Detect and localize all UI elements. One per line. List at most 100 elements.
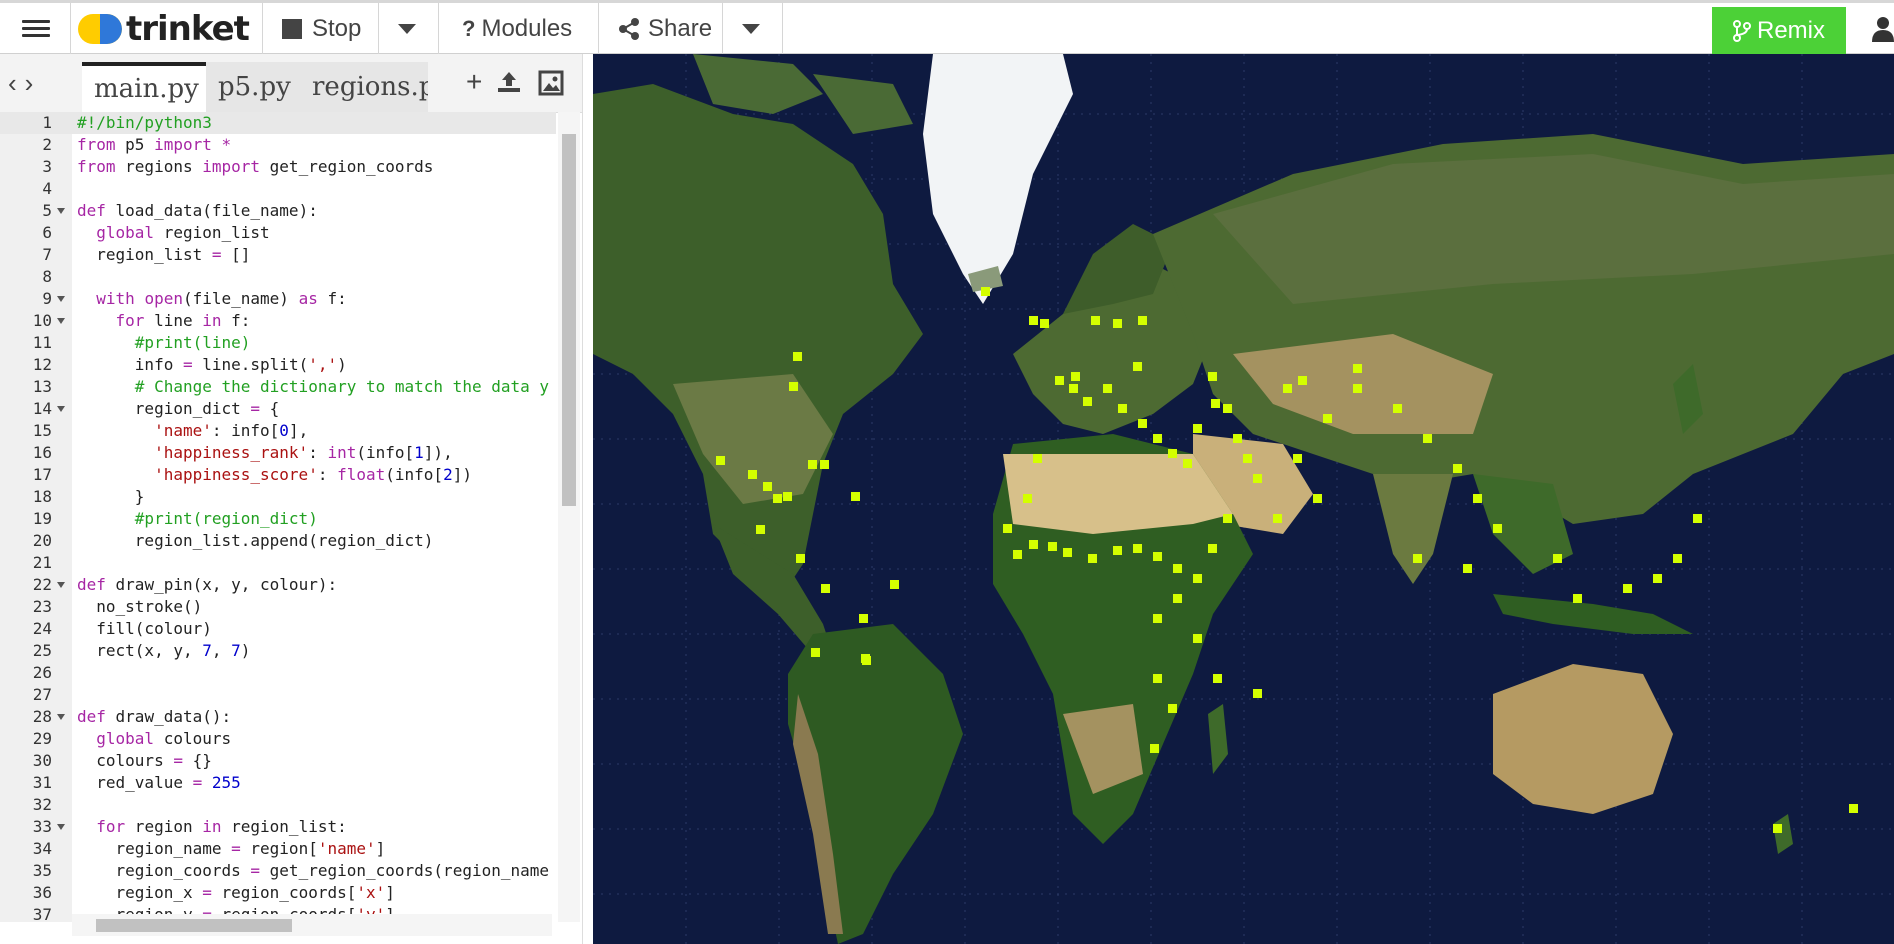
line-number: 24 bbox=[32, 619, 52, 638]
region-pin bbox=[1313, 494, 1322, 503]
stop-label: Stop bbox=[312, 14, 362, 42]
region-pin bbox=[859, 614, 868, 623]
code-line[interactable]: 18 } bbox=[0, 486, 556, 508]
line-number: 26 bbox=[32, 663, 52, 682]
region-pin bbox=[1168, 704, 1177, 713]
upload-icon[interactable] bbox=[496, 70, 522, 94]
line-number: 29 bbox=[32, 729, 52, 748]
code-line[interactable]: 36 region_x = region_coords['x'] bbox=[0, 882, 556, 904]
code-line[interactable]: 28 def draw_data(): bbox=[0, 706, 556, 728]
code-text: for region in region_list: bbox=[96, 817, 347, 836]
code-line[interactable]: 14 region_dict = { bbox=[0, 398, 556, 420]
code-line[interactable]: 25 rect(x, y, 7, 7) bbox=[0, 640, 556, 662]
region-pin bbox=[1273, 514, 1282, 523]
add-file-icon[interactable]: + bbox=[466, 66, 482, 98]
code-line[interactable]: 30 colours = {} bbox=[0, 750, 556, 772]
region-pin bbox=[1413, 554, 1422, 563]
code-text: no_stroke() bbox=[77, 597, 203, 616]
fold-arrow-icon[interactable] bbox=[57, 406, 65, 412]
share-button[interactable]: Share bbox=[618, 3, 712, 54]
code-text: def draw_pin(x, y, colour): bbox=[77, 575, 338, 594]
fold-arrow-icon[interactable] bbox=[57, 208, 65, 214]
code-line[interactable]: 12 info = line.split(',') bbox=[0, 354, 556, 376]
image-library-icon[interactable] bbox=[538, 70, 564, 96]
region-pin bbox=[796, 554, 805, 563]
scrollbar-thumb[interactable] bbox=[96, 919, 292, 932]
logo-text: trinket bbox=[126, 8, 250, 49]
code-line[interactable]: 13 # Change the dictionary to match the … bbox=[0, 376, 556, 398]
code-line[interactable]: 24 fill(colour) bbox=[0, 618, 556, 640]
code-area[interactable]: 1 #!/bin/python3 2 from p5 import * 3 from re… bbox=[0, 112, 556, 922]
tab-main-py[interactable]: main.py bbox=[82, 62, 211, 112]
code-line[interactable]: 33 for region in region_list: bbox=[0, 816, 556, 838]
code-line[interactable]: 16 'happiness_rank': int(info[1]), bbox=[0, 442, 556, 464]
line-number: 31 bbox=[32, 773, 52, 792]
code-line[interactable]: 32 bbox=[0, 794, 556, 816]
code-line[interactable]: 19 #print(region_dict) bbox=[0, 508, 556, 530]
user-icon[interactable] bbox=[1872, 3, 1894, 54]
region-pin bbox=[1453, 464, 1462, 473]
line-number: 18 bbox=[32, 487, 52, 506]
region-pin bbox=[1233, 434, 1242, 443]
region-pin bbox=[1013, 550, 1022, 559]
code-line[interactable]: 1 #!/bin/python3 bbox=[0, 112, 556, 134]
code-line[interactable]: 8 bbox=[0, 266, 556, 288]
tab-p5-py[interactable]: p5.py bbox=[206, 62, 303, 112]
scrollbar-thumb[interactable] bbox=[562, 134, 576, 506]
code-line[interactable]: 22 def draw_pin(x, y, colour): bbox=[0, 574, 556, 596]
code-line[interactable]: 4 bbox=[0, 178, 556, 200]
code-line[interactable]: 27 bbox=[0, 684, 556, 706]
code-line[interactable]: 11 #print(line) bbox=[0, 332, 556, 354]
code-line[interactable]: 15 'name': info[0], bbox=[0, 420, 556, 442]
code-line[interactable]: 3 from regions import get_region_coords bbox=[0, 156, 556, 178]
region-pin bbox=[1353, 384, 1362, 393]
line-number: 2 bbox=[42, 135, 52, 154]
tab-regions-py[interactable]: regions.py bbox=[300, 62, 428, 112]
region-pin bbox=[793, 352, 802, 361]
code-line[interactable]: 23 no_stroke() bbox=[0, 596, 556, 618]
line-number: 7 bbox=[42, 245, 52, 264]
question-icon: ? bbox=[462, 15, 476, 41]
share-options-dropdown[interactable] bbox=[742, 3, 760, 54]
stop-button[interactable]: Stop bbox=[282, 3, 361, 54]
code-line[interactable]: 5 def load_data(file_name): bbox=[0, 200, 556, 222]
horizontal-scrollbar[interactable] bbox=[72, 914, 552, 936]
fold-arrow-icon[interactable] bbox=[57, 714, 65, 720]
region-pin bbox=[1573, 594, 1582, 603]
sahara-desert bbox=[1003, 454, 1233, 534]
hamburger-menu-icon[interactable] bbox=[22, 3, 50, 54]
code-line[interactable]: 21 bbox=[0, 552, 556, 574]
region-pin bbox=[1168, 449, 1177, 458]
code-line[interactable]: 20 region_list.append(region_dict) bbox=[0, 530, 556, 552]
fold-arrow-icon[interactable] bbox=[57, 318, 65, 324]
code-line[interactable]: 2 from p5 import * bbox=[0, 134, 556, 156]
line-number: 32 bbox=[32, 795, 52, 814]
code-line[interactable]: 29 global colours bbox=[0, 728, 556, 750]
modules-button[interactable]: ? Modules bbox=[462, 3, 572, 54]
run-options-dropdown[interactable] bbox=[398, 3, 416, 54]
code-line[interactable]: 31 red_value = 255 bbox=[0, 772, 556, 794]
code-line[interactable]: 34 region_name = region['name'] bbox=[0, 838, 556, 860]
line-number: 34 bbox=[32, 839, 52, 858]
vertical-scrollbar[interactable] bbox=[558, 112, 580, 922]
line-number: 35 bbox=[32, 861, 52, 880]
line-number: 4 bbox=[42, 179, 52, 198]
trinket-logo[interactable]: trinket bbox=[78, 3, 250, 54]
code-line[interactable]: 9 with open(file_name) as f: bbox=[0, 288, 556, 310]
line-number: 8 bbox=[42, 267, 52, 286]
fold-arrow-icon[interactable] bbox=[57, 296, 65, 302]
code-line[interactable]: 6 global region_list bbox=[0, 222, 556, 244]
fold-arrow-icon[interactable] bbox=[57, 582, 65, 588]
modules-label: Modules bbox=[481, 14, 573, 42]
fold-arrow-icon[interactable] bbox=[57, 824, 65, 830]
code-line[interactable]: 26 bbox=[0, 662, 556, 684]
code-line[interactable]: 17 'happiness_score': float(info[2]) bbox=[0, 464, 556, 486]
code-line[interactable]: 35 region_coords = get_region_coords(reg… bbox=[0, 860, 556, 882]
code-line[interactable]: 7 region_list = [] bbox=[0, 244, 556, 266]
tab-scroll-arrows-icon[interactable]: ‹› bbox=[8, 68, 41, 99]
region-pin bbox=[1623, 584, 1632, 593]
region-pin bbox=[1208, 372, 1217, 381]
remix-button[interactable]: Remix bbox=[1712, 7, 1846, 55]
code-text: colours = {} bbox=[77, 751, 212, 770]
code-line[interactable]: 10 for line in f: bbox=[0, 310, 556, 332]
